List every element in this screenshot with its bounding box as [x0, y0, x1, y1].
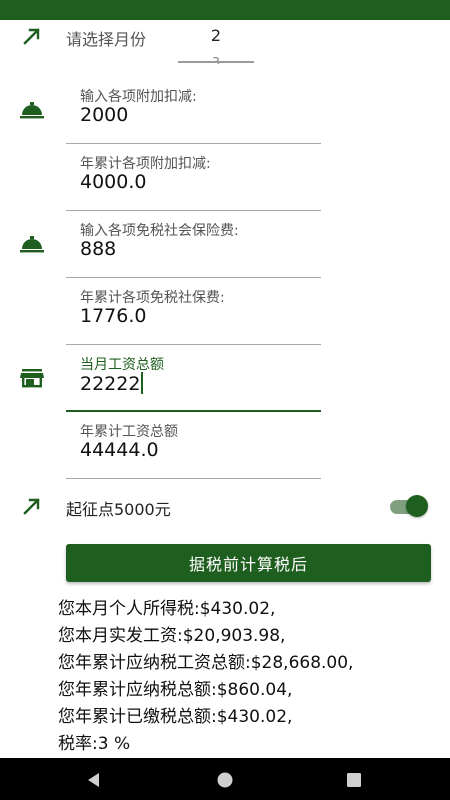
insurance-input-value[interactable]: 888 [80, 238, 116, 260]
navigation-bar [0, 758, 450, 800]
salary-total-label: 年累计工资总额 [80, 424, 178, 440]
insurance-total-underline [66, 344, 321, 345]
trending-arrow-icon [18, 492, 46, 520]
home-icon[interactable] [215, 770, 235, 790]
result-text: 您本月个人所得税:$430.02, 您本月实发工资:$20,903.98, 您年… [58, 596, 448, 758]
deduction-input-underline [66, 143, 321, 144]
deduction-input-label: 输入各项附加扣减: [80, 89, 197, 105]
insurance-total-label: 年累计各项免税社保费: [80, 290, 225, 306]
result-line: 您年累计应纳税总额:$860.04, [58, 680, 293, 700]
result-line: 您本月个人所得税:$430.02, [58, 599, 276, 619]
recents-icon[interactable] [344, 770, 364, 790]
insurance-total-field[interactable]: 年累计各项免税社保费: 1776.0 [66, 279, 321, 345]
result-line: 您年累计已缴税总额:$430.02, [58, 707, 293, 727]
insurance-total-value[interactable]: 1776.0 [80, 305, 146, 327]
salary-input-value[interactable]: 22222 [80, 373, 140, 395]
salary-input-underline [66, 410, 321, 412]
threshold-label: 起征点5000元 [66, 500, 171, 519]
salary-total-underline [66, 478, 321, 479]
month-row: 请选择月份 2 3 [0, 20, 450, 66]
month-picker-underline [178, 61, 254, 63]
store-icon [18, 364, 46, 392]
salary-total-value[interactable]: 44444.0 [80, 439, 159, 461]
threshold-switch-thumb[interactable] [406, 495, 428, 517]
insurance-input-underline [66, 277, 321, 278]
status-bar [0, 0, 450, 20]
deduction-input-value[interactable]: 2000 [80, 104, 128, 126]
threshold-row: 起征点5000元 [0, 488, 450, 524]
result-line: 您本月实发工资:$20,903.98, [58, 626, 286, 646]
trending-arrow-icon [18, 22, 46, 50]
service-bell-icon [18, 96, 46, 124]
service-bell-icon [18, 230, 46, 258]
threshold-switch[interactable] [390, 494, 428, 518]
deduction-total-field[interactable]: 年累计各项附加扣减: 4000.0 [66, 145, 321, 211]
deduction-input-field[interactable]: 输入各项附加扣减: 2000 [66, 78, 321, 144]
month-picker-current[interactable]: 2 [178, 26, 254, 45]
deduction-total-label: 年累计各项附加扣减: [80, 156, 211, 172]
deduction-total-value[interactable]: 4000.0 [80, 171, 146, 193]
calculate-button[interactable]: 据税前计算税后 [66, 544, 431, 582]
month-picker[interactable]: 2 3 [178, 22, 254, 66]
back-icon[interactable] [84, 770, 104, 790]
salary-input-field[interactable]: 当月工资总额 22222 [66, 346, 321, 412]
result-line: 您年累计应纳税工资总额:$28,668.00, [58, 653, 354, 673]
result-line: 税率:3 % [58, 734, 131, 754]
text-cursor [141, 372, 144, 394]
insurance-input-field[interactable]: 输入各项免税社会保险费: 888 [66, 212, 321, 278]
month-label: 请选择月份 [66, 30, 147, 49]
salary-total-field[interactable]: 年累计工资总额 44444.0 [66, 413, 321, 479]
insurance-input-label: 输入各项免税社会保险费: [80, 223, 239, 239]
salary-input-label: 当月工资总额 [80, 357, 164, 373]
salary-input-value-wrap[interactable]: 22222 [80, 372, 144, 395]
deduction-total-underline [66, 210, 321, 211]
